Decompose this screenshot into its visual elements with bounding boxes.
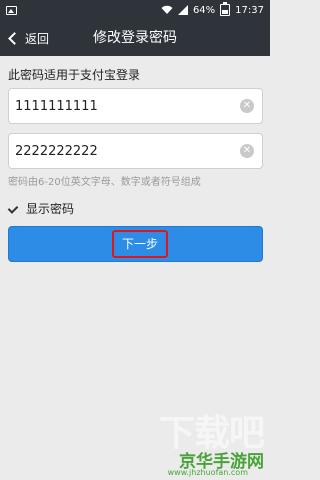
image-notification-icon bbox=[6, 5, 17, 15]
new-password-input[interactable] bbox=[15, 98, 240, 114]
chevron-left-icon bbox=[8, 31, 21, 45]
confirm-password-input[interactable] bbox=[15, 143, 240, 159]
battery-icon bbox=[220, 2, 231, 16]
password-rule-text: 密码由6-20位英文字母、数字或者符号组成 bbox=[8, 177, 201, 188]
nav-bar: 修改登录密码 返回 bbox=[0, 20, 270, 56]
signal-icon bbox=[177, 5, 188, 15]
battery-percent: 64% bbox=[192, 4, 216, 16]
back-label: 返回 bbox=[25, 31, 50, 46]
confirm-password-field: ✕ bbox=[8, 133, 263, 169]
back-button[interactable]: 返回 bbox=[7, 20, 49, 56]
checkmark-icon bbox=[8, 204, 18, 214]
new-password-field: ✕ bbox=[8, 88, 263, 124]
clear-icon[interactable]: ✕ bbox=[240, 144, 254, 158]
clock: 17:37 bbox=[235, 4, 264, 16]
next-button[interactable]: 下一步 bbox=[8, 226, 263, 262]
show-password-checkbox[interactable]: 显示密码 bbox=[8, 200, 74, 217]
status-bar: 64% 17:37 bbox=[0, 0, 270, 20]
watermark-site-url: www.jhzhuofan.com bbox=[167, 468, 248, 477]
next-button-label: 下一步 bbox=[112, 230, 168, 258]
password-hint: 此密码适用于支付宝登录 bbox=[8, 68, 141, 82]
show-password-label: 显示密码 bbox=[26, 202, 75, 216]
wifi-icon bbox=[161, 5, 173, 14]
clear-icon[interactable]: ✕ bbox=[240, 99, 254, 113]
